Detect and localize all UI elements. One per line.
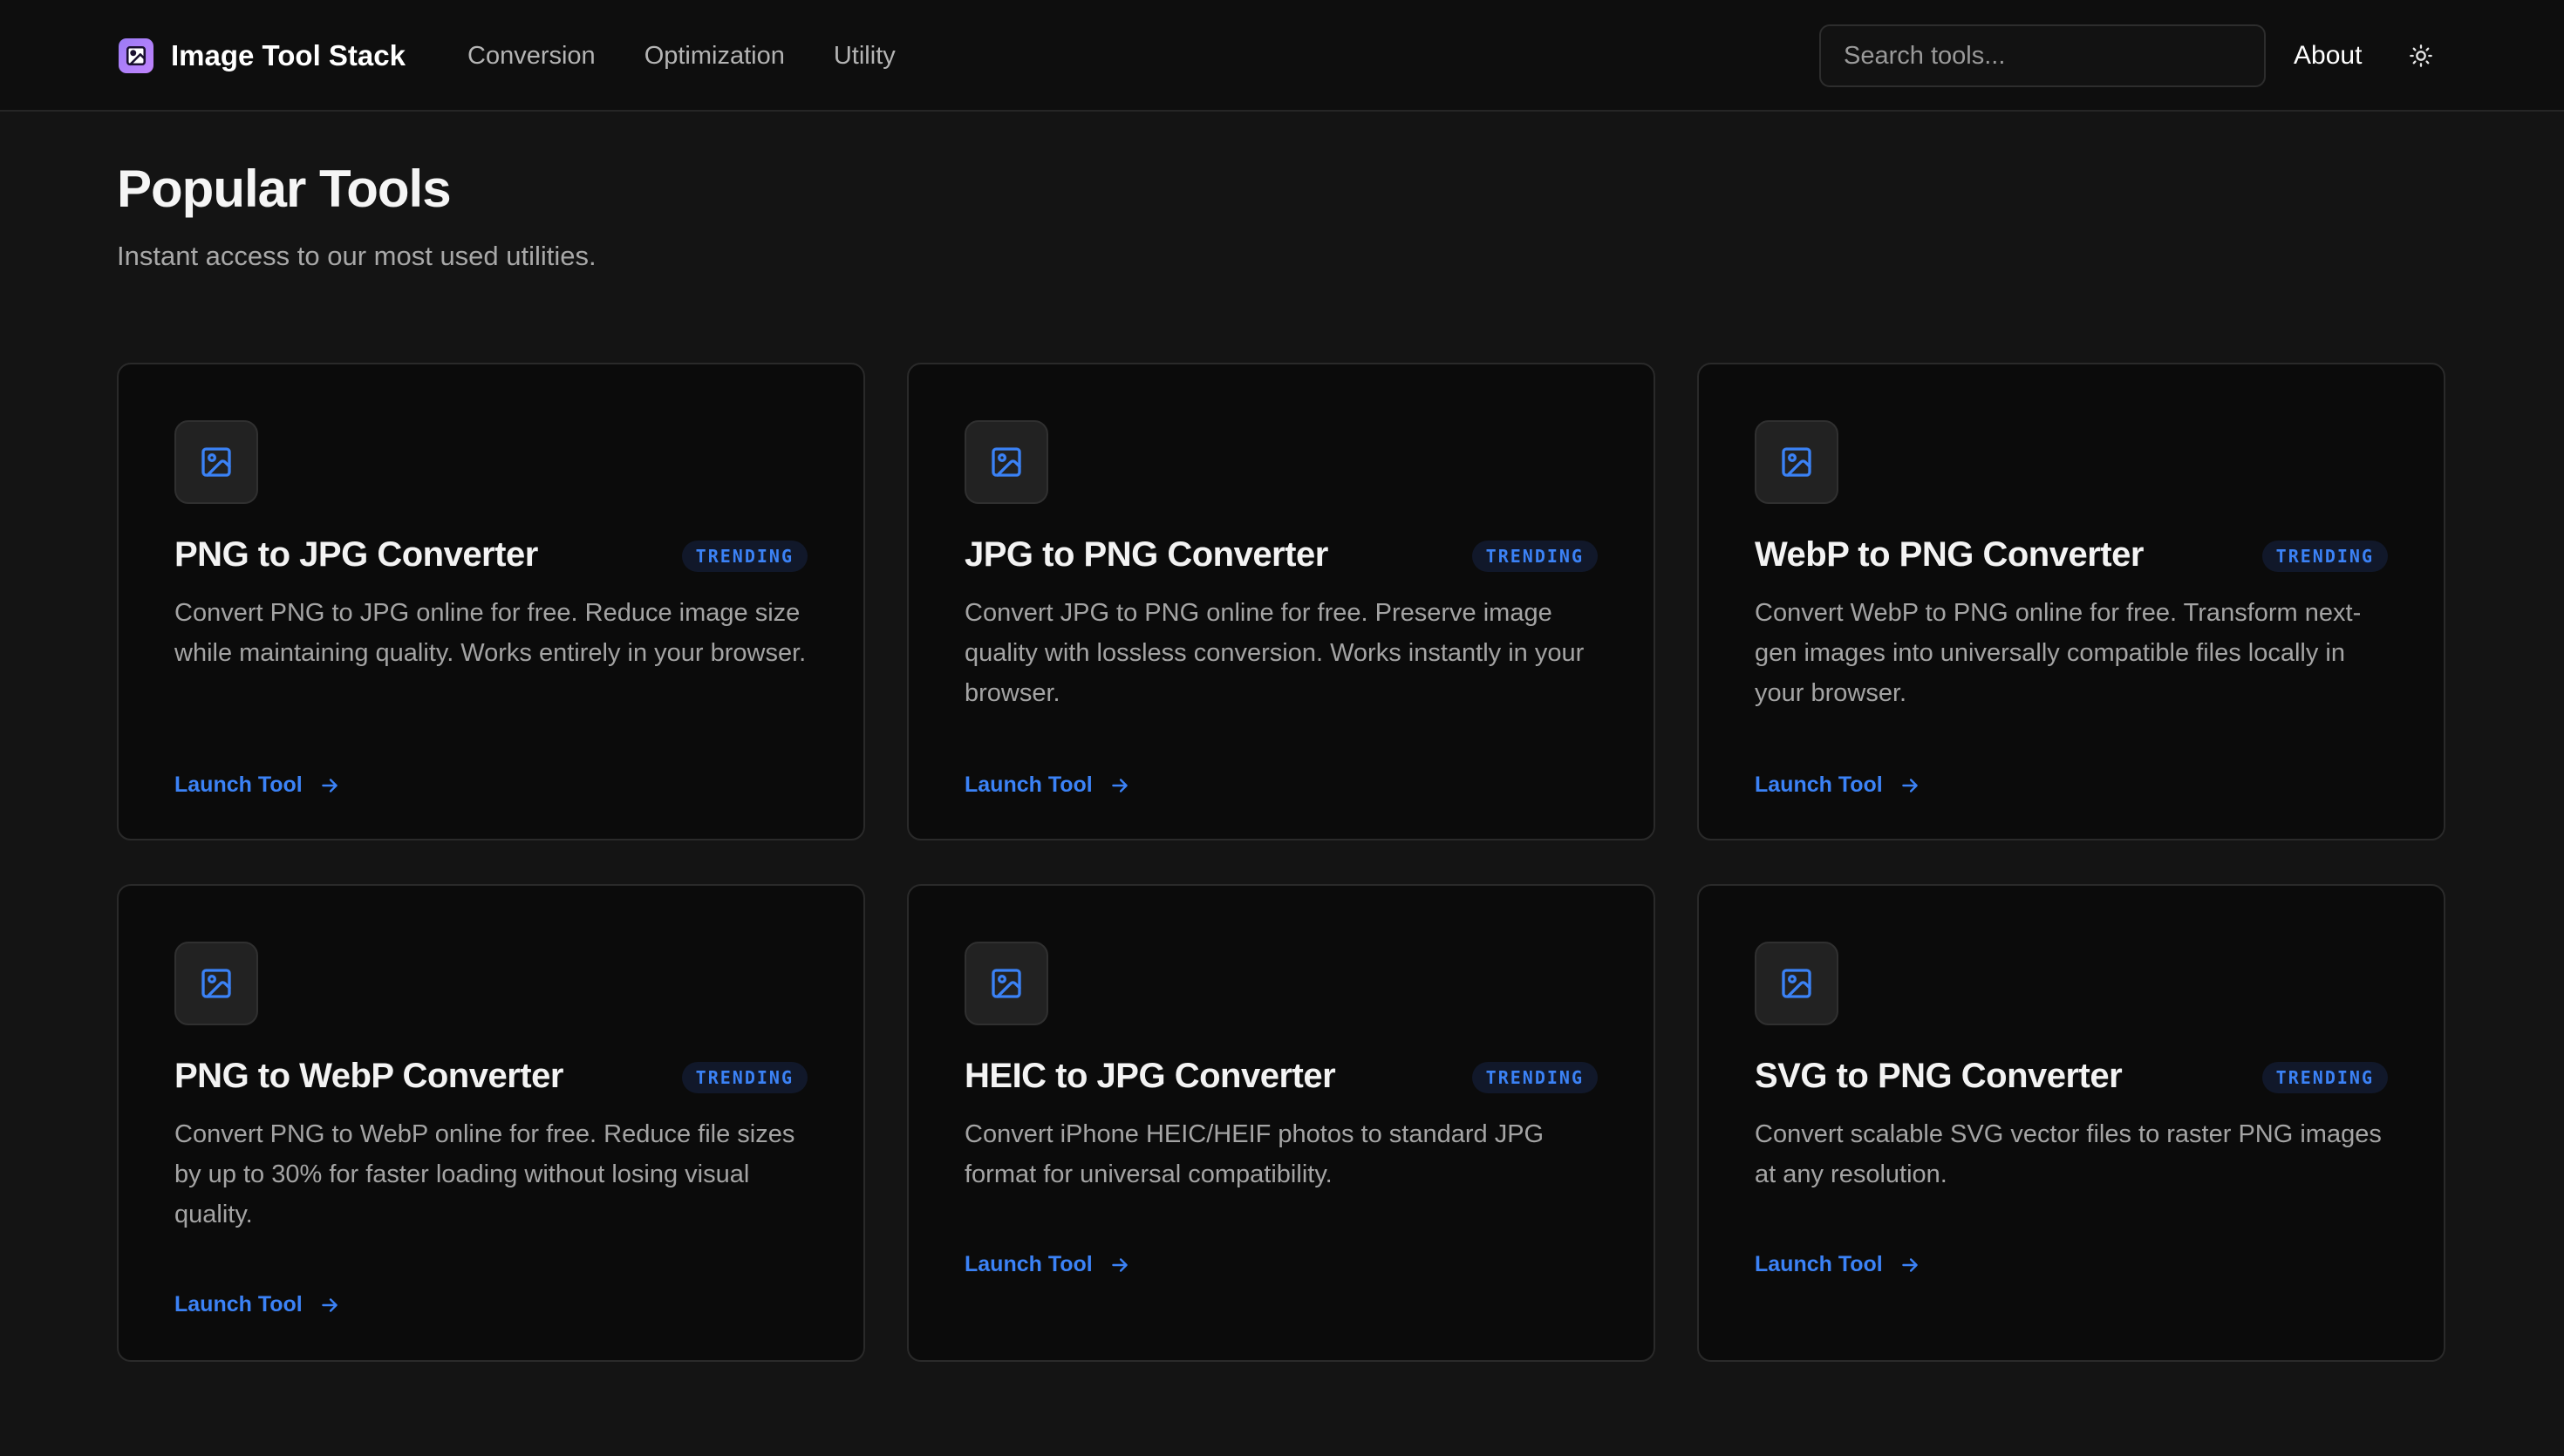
launch-tool-label: Launch Tool [965, 772, 1093, 797]
launch-tool-link[interactable]: Launch Tool [1755, 1252, 1921, 1277]
card-description: Convert PNG to WebP online for free. Red… [174, 1120, 795, 1228]
top-navbar: Image Tool Stack Conversion Optimization… [0, 0, 2564, 112]
trending-badge: TRENDING [2261, 541, 2388, 572]
card-description: Convert scalable SVG vector files to ras… [1755, 1120, 2382, 1188]
tool-card-png-to-jpg[interactable]: PNG to JPG Converter TRENDING Convert PN… [117, 363, 865, 840]
image-icon [174, 420, 258, 504]
card-description: Convert PNG to JPG online for free. Redu… [174, 599, 807, 667]
card-title: HEIC to JPG Converter [965, 1057, 1336, 1095]
trending-badge: TRENDING [1471, 541, 1598, 572]
launch-tool-label: Launch Tool [174, 1292, 303, 1317]
image-icon [965, 942, 1048, 1025]
tool-card-png-to-webp[interactable]: PNG to WebP Converter TRENDING Convert P… [117, 884, 865, 1362]
sun-icon[interactable] [2405, 40, 2437, 71]
arrow-right-icon [1108, 1254, 1131, 1276]
trending-badge: TRENDING [2261, 1062, 2388, 1093]
launch-tool-link[interactable]: Launch Tool [174, 1292, 341, 1317]
launch-tool-label: Launch Tool [965, 1252, 1093, 1276]
card-description: Convert JPG to PNG online for free. Pres… [965, 599, 1585, 707]
tool-card-heic-to-jpg[interactable]: HEIC to JPG Converter TRENDING Convert i… [907, 884, 1655, 1362]
launch-tool-link[interactable]: Launch Tool [965, 772, 1131, 798]
card-title: JPG to PNG Converter [965, 535, 1328, 574]
tool-card-svg-to-png[interactable]: SVG to PNG Converter TRENDING Convert sc… [1697, 884, 2445, 1362]
launch-tool-link[interactable]: Launch Tool [1755, 772, 1921, 798]
about-link[interactable]: About [2294, 38, 2362, 73]
card-description: Convert iPhone HEIC/HEIF photos to stand… [965, 1120, 1545, 1188]
page-title: Popular Tools [117, 160, 452, 218]
launch-tool-label: Launch Tool [1755, 1252, 1883, 1276]
card-title: SVG to PNG Converter [1755, 1057, 2123, 1095]
search-input[interactable] [1819, 24, 2266, 87]
page-subtitle: Instant access to our most used utilitie… [117, 241, 597, 271]
trending-badge: TRENDING [1471, 1062, 1598, 1093]
nav-item-optimization[interactable]: Optimization [644, 42, 785, 71]
card-title: PNG to WebP Converter [174, 1057, 563, 1095]
image-icon [174, 942, 258, 1025]
nav-item-utility[interactable]: Utility [834, 42, 896, 71]
image-icon [1755, 420, 1838, 504]
trending-badge: TRENDING [681, 541, 808, 572]
arrow-right-icon [318, 774, 341, 797]
arrow-right-icon [1899, 774, 1921, 797]
image-icon [119, 38, 153, 73]
card-title: WebP to PNG Converter [1755, 535, 2144, 574]
card-description: Convert WebP to PNG online for free. Tra… [1755, 599, 2362, 707]
image-icon [1755, 942, 1838, 1025]
trending-badge: TRENDING [681, 1062, 808, 1093]
arrow-right-icon [318, 1294, 341, 1317]
arrow-right-icon [1899, 1254, 1921, 1276]
arrow-right-icon [1108, 774, 1131, 797]
launch-tool-link[interactable]: Launch Tool [965, 1252, 1131, 1277]
nav-item-conversion[interactable]: Conversion [467, 42, 596, 71]
card-title: PNG to JPG Converter [174, 535, 538, 574]
tool-card-webp-to-png[interactable]: WebP to PNG Converter TRENDING Convert W… [1697, 363, 2445, 840]
image-icon [965, 420, 1048, 504]
brand-name: Image Tool Stack [171, 39, 406, 71]
tool-card-jpg-to-png[interactable]: JPG to PNG Converter TRENDING Convert JP… [907, 363, 1655, 840]
launch-tool-label: Launch Tool [174, 772, 303, 797]
launch-tool-link[interactable]: Launch Tool [174, 772, 341, 798]
launch-tool-label: Launch Tool [1755, 772, 1883, 797]
brand-home-link[interactable]: Image Tool Stack [119, 38, 406, 73]
main-nav: Conversion Optimization Utility [467, 38, 944, 73]
